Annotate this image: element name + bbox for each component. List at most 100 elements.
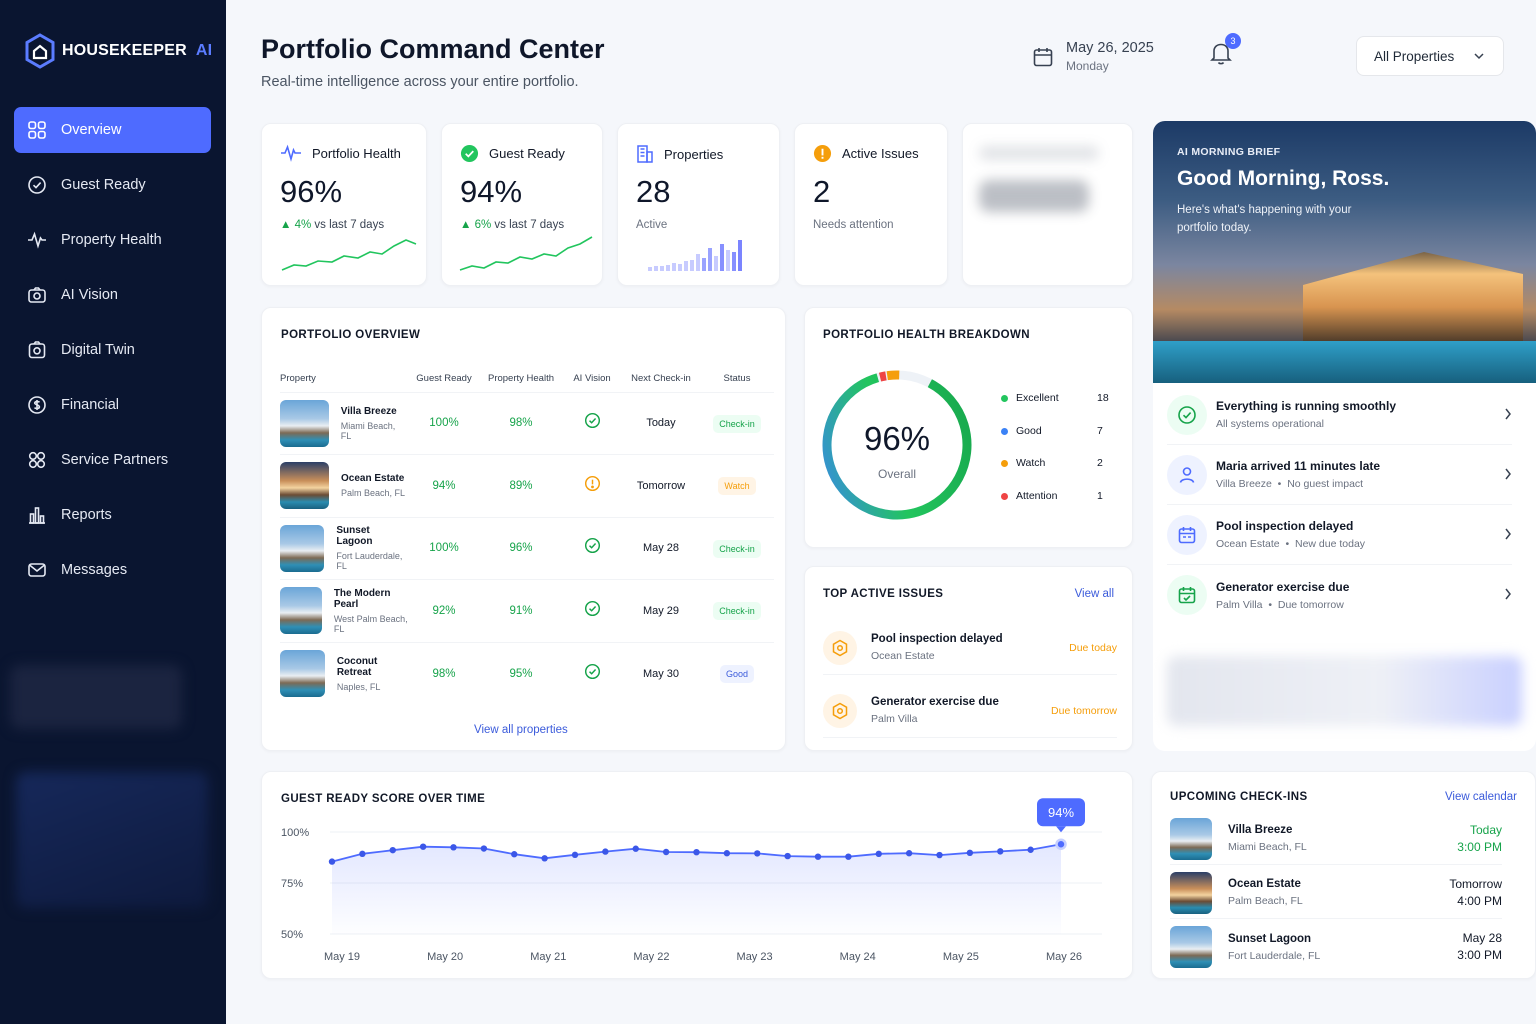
property-health-value: 96% <box>509 542 533 555</box>
table-row[interactable]: The Modern Pearl West Palm Beach, FL 92% 91… <box>280 579 774 643</box>
brief-item[interactable]: Everything is running smoothly All system… <box>1167 385 1512 445</box>
portfolio-overview-card: PORTFOLIO OVERVIEW Property Guest Ready … <box>261 307 786 751</box>
sidebar-item-label: Financial <box>61 397 120 413</box>
sidebar-item-label: Reports <box>61 507 112 523</box>
checkin-item[interactable]: Villa Breeze Miami Beach, FL Today 3:00 PM <box>1170 813 1502 865</box>
page-title: Portfolio Command Center <box>261 34 605 64</box>
next-checkin-value: May 28 <box>642 542 680 555</box>
kpi-portfolio-health[interactable]: Portfolio Health 96% ▲ 4% vs last 7 days <box>261 123 427 286</box>
brief-item[interactable]: Pool inspection delayed Ocean Estate • Ne… <box>1167 505 1512 565</box>
sidebar-item-label: AI Vision <box>61 287 118 303</box>
guest-ready-value: 94% <box>432 479 456 492</box>
property-thumbnail <box>1170 817 1212 860</box>
legend-label: Attention <box>1016 490 1058 502</box>
data-point <box>511 851 518 858</box>
sidebar-item-ai-vision[interactable]: AI Vision <box>14 272 211 318</box>
property-filter-select[interactable]: All Properties <box>1356 36 1504 76</box>
partners-icon <box>28 451 46 469</box>
kpi-active-issues[interactable]: Active Issues 2 Needs attention <box>794 123 948 286</box>
view-calendar-link[interactable]: View calendar <box>1445 791 1517 803</box>
legend-count: 7 <box>1097 425 1103 437</box>
legend-excellent: Excellent 18 <box>1001 392 1111 404</box>
checkin-item[interactable]: Ocean Estate Palm Beach, FL Tomorrow 4:00 … <box>1170 867 1502 919</box>
property-health-value: 95% <box>509 667 533 680</box>
property-location: West Palm Beach, FL <box>333 613 408 634</box>
property-cell: Villa Breeze Miami Beach, FL <box>280 392 408 455</box>
top-issues-card: TOP ACTIVE ISSUES View all Pool inspecti… <box>804 566 1133 751</box>
brief-item-place: Ocean Estate <box>1216 538 1280 550</box>
issues-view-all-link[interactable]: View all <box>1075 588 1114 600</box>
sidebar-item-messages[interactable]: Messages <box>14 547 211 593</box>
blurred-kpi-label <box>979 146 1099 160</box>
grid-icon <box>28 121 46 139</box>
data-point <box>723 850 731 857</box>
building-icon <box>637 145 653 163</box>
kpi-properties[interactable]: Properties 28 Active <box>617 123 780 286</box>
data-point <box>693 848 700 856</box>
chevron-right-icon <box>1505 468 1511 480</box>
column-header: Next Check-in <box>631 373 691 385</box>
column-header: Status <box>723 373 751 385</box>
brief-item-title: Pool inspection delayed <box>1216 519 1354 533</box>
brand-logo[interactable]: HOUSEKEEPER AI <box>24 33 212 69</box>
kpi-delta: ▲ 6% vs last 7 days <box>460 219 564 231</box>
sidebar-item-reports[interactable]: Reports <box>14 492 211 538</box>
checkin-item[interactable]: Sunset Lagoon Fort Lauderdale, FL May 28 3… <box>1170 921 1502 973</box>
legend-count: 1 <box>1097 490 1103 502</box>
brief-item[interactable]: Generator exercise due Palm Villa • Due t… <box>1167 565 1512 625</box>
legend-label: Watch <box>1016 457 1046 469</box>
sidebar: HOUSEKEEPER AI Overview Guest Ready Prope… <box>0 0 226 1024</box>
envelope-icon <box>28 563 46 577</box>
brief-item-place: Palm Villa <box>1216 598 1263 611</box>
villa-illustration <box>1303 252 1523 351</box>
sidebar-item-guest-ready[interactable]: Guest Ready <box>14 162 211 208</box>
issue-item[interactable]: Pool inspection delayed Ocean Estate Due … <box>823 621 1117 675</box>
kpi-guest-ready[interactable]: Guest Ready 94% ▲ 6% vs last 7 days <box>441 123 603 286</box>
data-point <box>936 851 943 859</box>
ai-vision-status <box>562 580 622 643</box>
top-issues-title: TOP ACTIVE ISSUES <box>823 588 944 600</box>
view-all-properties-link[interactable]: View all properties <box>474 724 568 736</box>
property-name: Villa Breeze <box>340 405 397 417</box>
brief-kicker: AI MORNING BRIEF <box>1177 146 1281 158</box>
table-row[interactable]: Ocean Estate Palm Beach, FL 94% 89% Tomorrow… <box>280 454 774 518</box>
ai-morning-brief-card: AI MORNING BRIEF Good Morning, Ross. Her… <box>1153 121 1536 751</box>
property-location: Miami Beach, FL <box>340 420 396 441</box>
x-tick-label: May 24 <box>840 951 876 963</box>
brief-icon-wrap <box>1167 514 1207 555</box>
property-thumbnail <box>280 650 325 697</box>
portfolio-overview-title: PORTFOLIO OVERVIEW <box>281 329 421 341</box>
kpi-label: Portfolio Health <box>312 145 401 161</box>
pulse-icon <box>28 231 46 249</box>
data-point <box>480 845 488 852</box>
sidebar-item-digital-twin[interactable]: Digital Twin <box>14 327 211 373</box>
issue-item[interactable]: Generator exercise due Palm Villa Due tom… <box>823 684 1117 738</box>
status-badge: Check-in <box>713 414 761 433</box>
issue-place: Ocean Estate <box>871 650 935 662</box>
brief-item[interactable]: Maria arrived 11 minutes late Villa Breez… <box>1167 445 1512 505</box>
house-shield-icon <box>25 33 55 69</box>
property-name: Sunset Lagoon <box>336 525 373 548</box>
calendar-icon <box>1033 47 1053 66</box>
sidebar-item-overview[interactable]: Overview <box>14 107 211 153</box>
notifications-button[interactable]: 3 <box>1209 33 1241 71</box>
data-point <box>784 852 791 860</box>
table-row[interactable]: Villa Breeze Miami Beach, FL 100% 98% Today C… <box>280 392 774 455</box>
pulse-icon <box>281 144 301 162</box>
kpi-value: 96% <box>280 174 343 209</box>
brief-intro: Here's what's happening with your portfo… <box>1177 204 1352 234</box>
sidebar-item-financial[interactable]: Financial <box>14 382 211 428</box>
ai-vision-status <box>562 392 622 455</box>
next-checkin-value: Today <box>646 417 676 430</box>
data-point <box>450 844 457 851</box>
legend-attention: Attention 1 <box>1001 490 1111 502</box>
sidebar-item-property-health[interactable]: Property Health <box>14 217 211 263</box>
issue-icon-wrap <box>823 693 857 728</box>
data-point <box>541 855 548 862</box>
table-row[interactable]: Coconut Retreat Naples, FL 98% 95% May 30 Goo… <box>280 642 774 705</box>
x-tick-label: May 19 <box>324 951 360 963</box>
kpi-value: 94% <box>460 174 523 209</box>
table-row[interactable]: Sunset Lagoon Fort Lauderdale, FL 100% 96% M… <box>280 517 774 580</box>
brief-item-sub: Palm Villa • Due tomorrow <box>1216 598 1344 611</box>
sidebar-item-service-partners[interactable]: Service Partners <box>14 437 211 483</box>
